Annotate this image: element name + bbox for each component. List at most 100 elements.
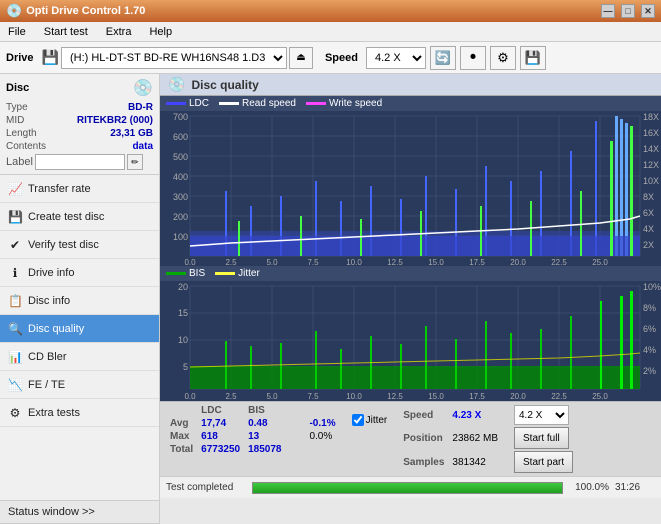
- progress-bar: [252, 482, 563, 494]
- speed-info-label: Speed: [399, 404, 448, 426]
- settings-button[interactable]: ⚙: [490, 46, 516, 70]
- jitter-legend-label: Jitter: [238, 268, 260, 279]
- bis-legend-label: BIS: [189, 268, 205, 279]
- nav-create-test-disc[interactable]: 💾 Create test disc: [0, 203, 159, 231]
- total-label: Total: [166, 443, 197, 456]
- close-button[interactable]: ✕: [641, 4, 655, 18]
- jitter-legend: Jitter: [215, 268, 260, 279]
- eject-button[interactable]: ⏏: [289, 47, 313, 69]
- write-speed-legend-label: Write speed: [329, 98, 382, 109]
- svg-text:20: 20: [178, 282, 188, 292]
- disc-contents-label: Contents: [6, 141, 46, 152]
- svg-text:5.0: 5.0: [266, 258, 278, 266]
- svg-text:15.0: 15.0: [428, 392, 444, 401]
- menu-file[interactable]: File: [4, 24, 30, 40]
- svg-text:10: 10: [178, 335, 188, 345]
- legend-top: LDC Read speed Write speed: [160, 96, 661, 111]
- samples-value: 381342: [448, 450, 502, 474]
- left-panel: Disc 💿 Type BD-R MID RITEKBR2 (000) Leng…: [0, 74, 160, 524]
- bis-column-header: BIS: [244, 404, 285, 417]
- svg-text:14X: 14X: [643, 144, 659, 154]
- start-full-button[interactable]: Start full: [514, 427, 569, 449]
- top-chart-section: LDC Read speed Write speed: [160, 96, 661, 266]
- write-speed-legend-color: [306, 102, 326, 105]
- disc-type-label: Type: [6, 102, 28, 113]
- transfer-rate-icon: 📈: [8, 182, 22, 196]
- jitter-checkbox-row: Jitter: [352, 414, 388, 426]
- svg-text:7.5: 7.5: [307, 392, 319, 401]
- svg-text:5: 5: [183, 362, 188, 372]
- title-bar-controls: — □ ✕: [601, 4, 655, 18]
- svg-text:10.0: 10.0: [346, 392, 362, 401]
- refresh-button[interactable]: 🔄: [430, 46, 456, 70]
- svg-text:4%: 4%: [643, 345, 656, 355]
- svg-text:6X: 6X: [643, 208, 654, 218]
- menu-start-test[interactable]: Start test: [40, 24, 92, 40]
- top-chart-svg: 700 600 500 400 300 200 100 18X 16X 14X …: [160, 111, 661, 266]
- nav-transfer-rate[interactable]: 📈 Transfer rate: [0, 175, 159, 203]
- stats-bar: LDC BIS Avg 17,74 0.48 -0.1% Max 618: [160, 401, 661, 476]
- disc-mid-row: MID RITEKBR2 (000): [6, 115, 153, 126]
- nav-disc-quality[interactable]: 🔍 Disc quality: [0, 315, 159, 343]
- write-speed-legend: Write speed: [306, 98, 382, 109]
- svg-text:22.5: 22.5: [551, 392, 567, 401]
- disc-type-value: BD-R: [128, 102, 153, 113]
- svg-text:15.0: 15.0: [428, 258, 444, 266]
- disc-label-row: Label ✏: [6, 154, 153, 170]
- nav-fe-te-label: FE / TE: [28, 379, 65, 391]
- svg-text:2.5: 2.5: [225, 258, 237, 266]
- speed-info-select[interactable]: 4.2 X: [514, 405, 569, 425]
- nav-extra-tests-label: Extra tests: [28, 407, 80, 419]
- main-layout: Disc 💿 Type BD-R MID RITEKBR2 (000) Leng…: [0, 74, 661, 524]
- disc-large-icon: 💿: [133, 78, 153, 98]
- svg-text:400: 400: [173, 172, 188, 182]
- nav-cd-bler[interactable]: 📊 CD Bler: [0, 343, 159, 371]
- drive-label: Drive: [6, 52, 34, 64]
- disc-label-label: Label: [6, 156, 33, 168]
- svg-text:200: 200: [173, 212, 188, 222]
- menu-bar: File Start test Extra Help: [0, 22, 661, 42]
- minimize-button[interactable]: —: [601, 4, 615, 18]
- disc-label-input[interactable]: [35, 154, 125, 170]
- nav-fe-te[interactable]: 📉 FE / TE: [0, 371, 159, 399]
- disc-mid-value: RITEKBR2 (000): [77, 115, 153, 126]
- progress-time: 31:26: [615, 482, 655, 493]
- start-part-button[interactable]: Start part: [514, 451, 573, 473]
- max-jitter: 0.0%: [305, 430, 339, 443]
- drive-info-icon: ℹ: [8, 266, 22, 280]
- maximize-button[interactable]: □: [621, 4, 635, 18]
- disc-type-row: Type BD-R: [6, 102, 153, 113]
- menu-help[interactable]: Help: [145, 24, 176, 40]
- right-panel: 💿 Disc quality LDC Read speed Write spee…: [160, 74, 661, 524]
- nav-extra-tests[interactable]: ⚙ Extra tests: [0, 399, 159, 427]
- max-label: Max: [166, 430, 197, 443]
- disc-length-row: Length 23,31 GB: [6, 128, 153, 139]
- avg-bis: 0.48: [244, 417, 285, 430]
- speed-position-section: Speed 4.23 X 4.2 X Position 23862 MB: [399, 404, 577, 474]
- disc-label-button[interactable]: ✏: [127, 154, 143, 170]
- create-test-disc-icon: 💾: [8, 210, 22, 224]
- ldc-legend: LDC: [166, 98, 209, 109]
- speed-label: Speed: [325, 52, 358, 64]
- svg-text:10X: 10X: [643, 176, 659, 186]
- status-window-button[interactable]: Status window >>: [0, 500, 159, 524]
- stats-table: LDC BIS Avg 17,74 0.48 -0.1% Max 618: [166, 404, 340, 456]
- svg-text:10.0: 10.0: [346, 258, 362, 266]
- speed-select[interactable]: 4.2 X: [366, 47, 426, 69]
- nav-drive-info[interactable]: ℹ Drive info: [0, 259, 159, 287]
- nav-disc-info[interactable]: 📋 Disc info: [0, 287, 159, 315]
- save-button[interactable]: 💾: [520, 46, 546, 70]
- avg-jitter: -0.1%: [305, 417, 339, 430]
- scan-button[interactable]: ⏺: [460, 46, 486, 70]
- jitter-checkbox[interactable]: [352, 414, 364, 426]
- svg-text:8X: 8X: [643, 192, 654, 202]
- nav-verify-test-disc[interactable]: ✔ Verify test disc: [0, 231, 159, 259]
- toolbar: Drive 💾 (H:) HL-DT-ST BD-RE WH16NS48 1.D…: [0, 42, 661, 74]
- jitter-check-label: Jitter: [366, 415, 388, 426]
- menu-extra[interactable]: Extra: [102, 24, 136, 40]
- status-text: Test completed: [166, 482, 246, 493]
- bottom-chart-svg: 20 15 10 5 10% 8% 6% 4% 2% 0.0 2.5 5.0 7…: [160, 281, 661, 401]
- ldc-legend-color: [166, 102, 186, 105]
- drive-select[interactable]: (H:) HL-DT-ST BD-RE WH16NS48 1.D3: [61, 47, 287, 69]
- nav-cd-bler-label: CD Bler: [28, 351, 67, 363]
